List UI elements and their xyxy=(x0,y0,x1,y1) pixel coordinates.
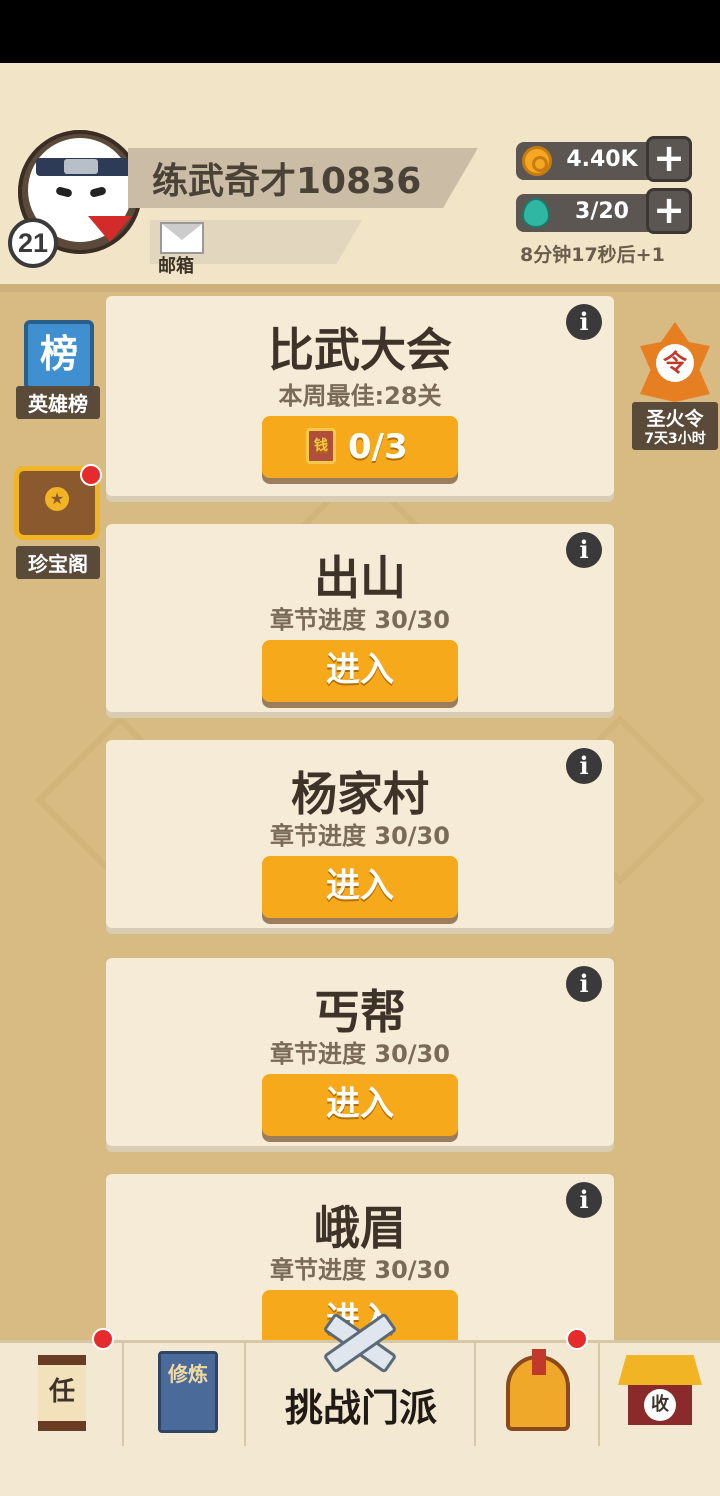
nav-cultivate[interactable]: 修炼 xyxy=(124,1343,246,1449)
nav-center-label: 挑战门派 xyxy=(284,1386,437,1430)
shop-sign: 收 xyxy=(644,1389,676,1421)
flame-token-name[interactable]: 圣火令 xyxy=(632,404,718,431)
tournament-title: 比武大会 xyxy=(268,323,452,377)
player-name: 练武奇才10836 xyxy=(152,161,422,202)
chapter-card: i 丐帮 章节进度 30/30 进入 xyxy=(106,958,614,1146)
shop-roof xyxy=(618,1355,702,1385)
task-scroll-icon: 任 xyxy=(38,1355,86,1431)
chapter-title: 峨眉 xyxy=(314,1201,406,1255)
chapter-card: i 出山 章节进度 30/30 进入 xyxy=(106,524,614,712)
rank-label[interactable]: 英雄榜 xyxy=(16,386,100,419)
flame-token-icon[interactable]: 令 xyxy=(640,322,710,402)
chapter-title: 出山 xyxy=(314,551,406,605)
eye-right xyxy=(89,186,107,198)
notification-dot xyxy=(80,464,102,486)
stamina-value: 3/20 xyxy=(575,199,629,224)
chapter-progress: 章节进度 30/30 xyxy=(270,1040,450,1068)
chapter-title: 杨家村 xyxy=(291,767,429,821)
plus-icon: + xyxy=(653,136,685,180)
enter-button[interactable]: 进入 xyxy=(262,856,458,918)
plus-icon: + xyxy=(653,188,685,232)
flame-token-glyph: 令 xyxy=(656,344,694,382)
status-bar xyxy=(0,0,720,63)
chapter-progress: 章节进度 30/30 xyxy=(270,606,450,634)
scarf xyxy=(88,216,132,242)
helmet-icon xyxy=(506,1349,570,1431)
tournament-card: i 比武大会 本周最佳:28关 钱 0/3 xyxy=(106,296,614,496)
crossed-swords-icon xyxy=(320,1312,400,1374)
helmet-crest xyxy=(532,1349,546,1375)
nav-tasks[interactable]: 任 xyxy=(0,1343,124,1449)
headband-plate xyxy=(64,159,98,174)
nav-equipment[interactable] xyxy=(476,1343,600,1449)
mail-icon[interactable] xyxy=(160,222,204,254)
level-badge: 21 xyxy=(8,218,58,268)
mail-label: 邮箱 xyxy=(158,256,194,277)
star-icon: ★ xyxy=(45,487,69,511)
notification-dot xyxy=(566,1328,588,1350)
flame-token-time: 7天3小时 xyxy=(644,431,706,447)
cultivate-book-icon: 修炼 xyxy=(158,1351,218,1433)
coins-value: 4.40K xyxy=(566,147,638,172)
stamina-timer: 8分钟17秒后+1 xyxy=(520,244,665,266)
enter-button[interactable]: 进入 xyxy=(262,1074,458,1136)
tournament-best: 本周最佳:28关 xyxy=(278,382,442,410)
eye-left xyxy=(55,186,73,198)
chapter-card: i 杨家村 章节进度 30/30 进入 xyxy=(106,740,614,928)
chapter-progress: 章节进度 30/30 xyxy=(270,1256,450,1284)
coin-icon xyxy=(522,146,552,176)
notification-dot xyxy=(92,1328,114,1350)
add-stamina-button[interactable]: + xyxy=(646,188,692,234)
rank-icon[interactable]: 榜 xyxy=(24,320,94,390)
gem-icon xyxy=(522,198,550,228)
enter-button[interactable]: 进入 xyxy=(262,640,458,702)
chapter-title: 丐帮 xyxy=(314,985,406,1039)
tournament-ticket-button[interactable]: 钱 0/3 xyxy=(262,416,458,478)
add-coins-button[interactable]: + xyxy=(646,136,692,182)
ticket-count: 0/3 xyxy=(348,427,408,467)
bottom-spacer xyxy=(0,1446,720,1496)
header-divider xyxy=(0,284,720,292)
nav-shop[interactable]: 收 xyxy=(600,1343,720,1449)
treasure-label[interactable]: 珍宝阁 xyxy=(16,546,100,579)
ticket-icon: 钱 xyxy=(306,428,336,464)
chapter-progress: 章节进度 30/30 xyxy=(270,822,450,850)
